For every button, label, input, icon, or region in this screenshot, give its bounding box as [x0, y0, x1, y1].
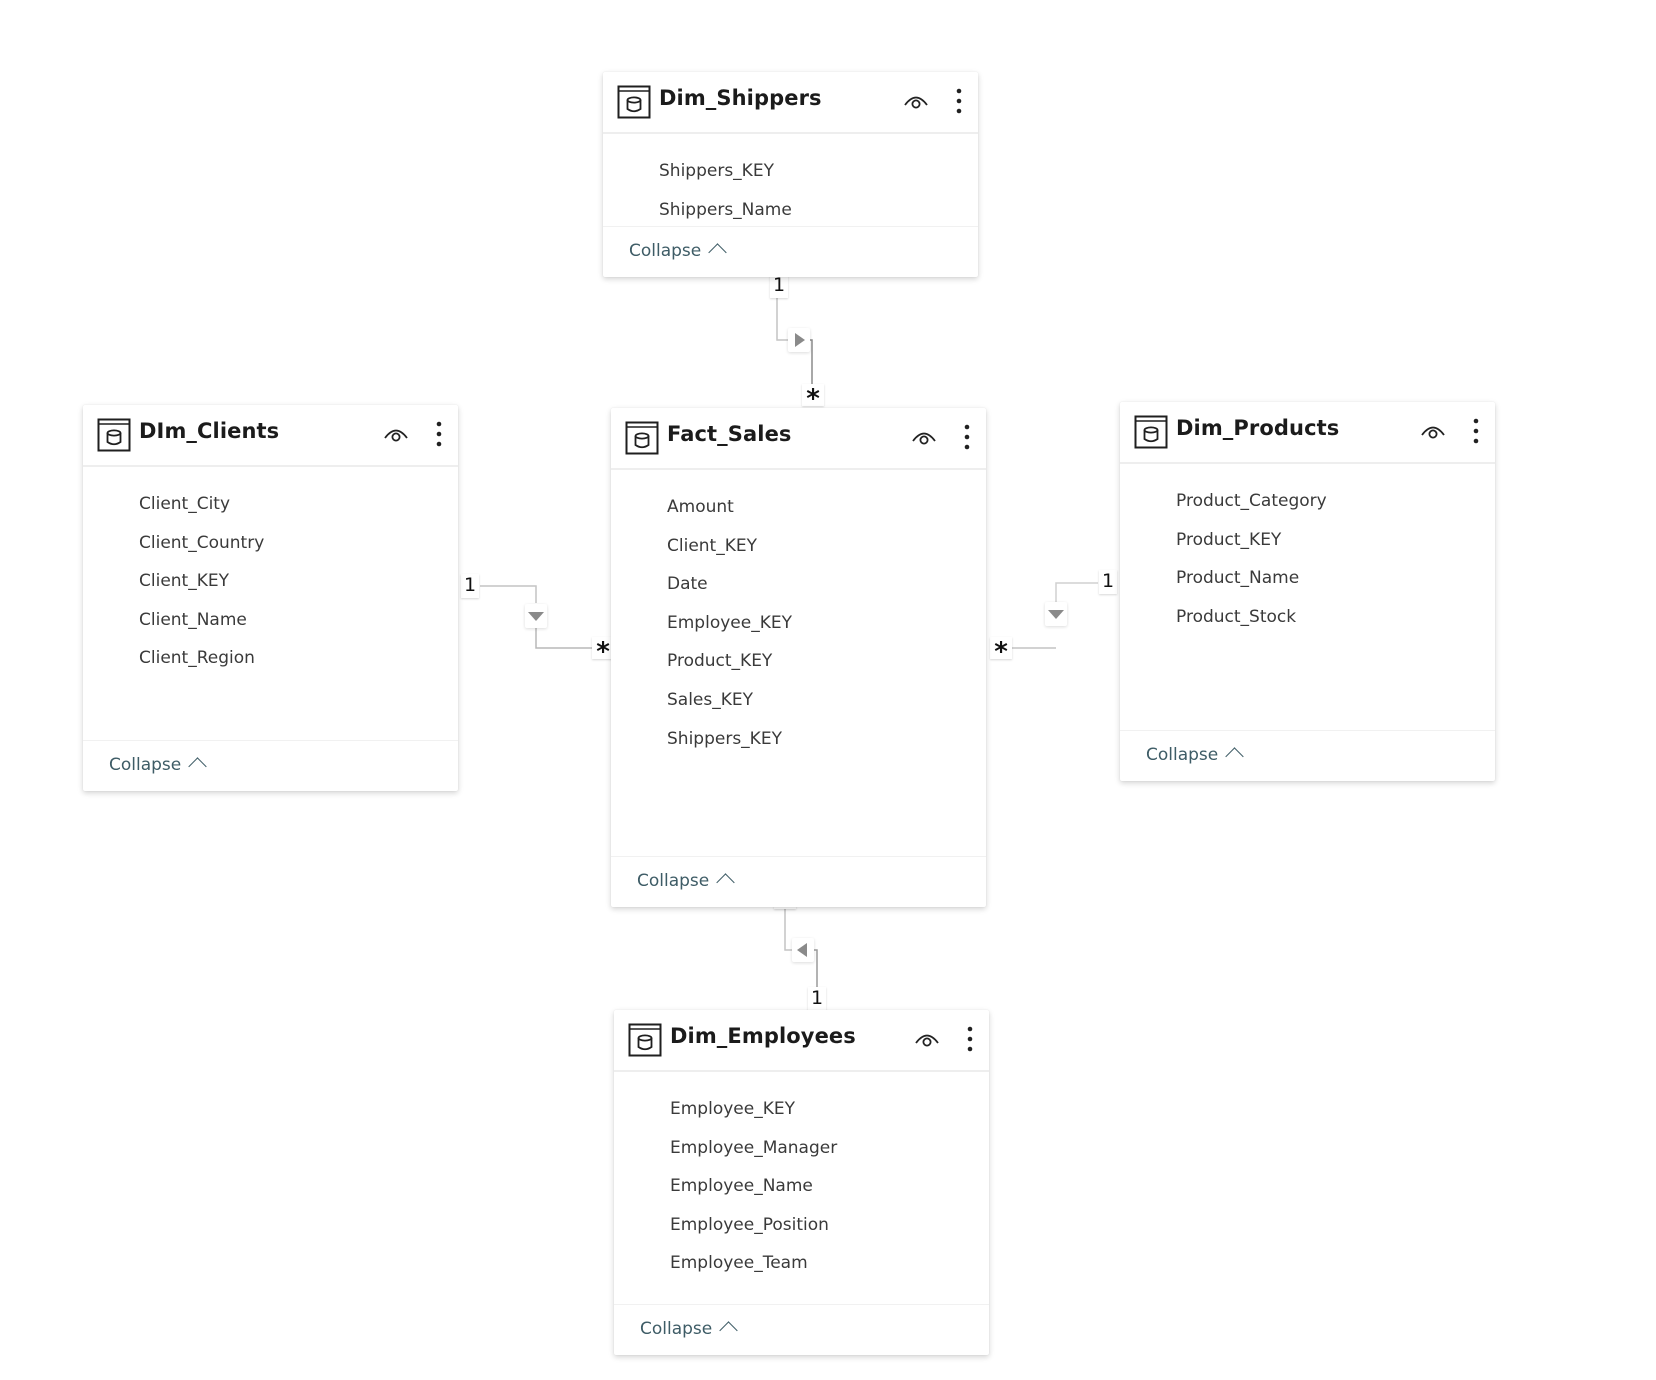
filter-direction-arrow-employees[interactable]	[792, 938, 814, 962]
eye-icon[interactable]	[910, 428, 938, 448]
field-item[interactable]: Product_Category	[1120, 482, 1495, 521]
collapse-label: Collapse	[109, 755, 182, 775]
field-item[interactable]: Amount	[611, 488, 986, 527]
eye-icon[interactable]	[1419, 422, 1447, 442]
table-card-dim-clients[interactable]: DIm_Clients Client_City Client_Country C…	[83, 405, 458, 791]
table-title: Dim_Products	[1176, 416, 1340, 440]
field-item[interactable]: Shippers_KEY	[603, 152, 978, 191]
field-item[interactable]: Client_Country	[83, 524, 458, 563]
field-item[interactable]: Client_Name	[83, 601, 458, 640]
table-header[interactable]: Dim_Shippers	[603, 72, 978, 134]
more-options-icon[interactable]	[432, 419, 446, 449]
cardinality-one-clients: 1	[461, 574, 479, 598]
field-item[interactable]: Sales_KEY	[611, 681, 986, 720]
table-icon	[1134, 415, 1168, 449]
field-item[interactable]: Product_KEY	[1120, 521, 1495, 560]
field-item[interactable]: Employee_KEY	[614, 1090, 989, 1129]
field-item[interactable]: Employee_Position	[614, 1206, 989, 1245]
more-options-icon[interactable]	[963, 1024, 977, 1054]
field-item[interactable]: Employee_Manager	[614, 1129, 989, 1168]
triangle-right-icon	[795, 333, 805, 347]
field-item[interactable]: Client_City	[83, 485, 458, 524]
more-options-icon[interactable]	[960, 422, 974, 452]
collapse-label: Collapse	[640, 1319, 713, 1339]
table-header[interactable]: Dim_Employees	[614, 1010, 989, 1072]
field-list: Client_City Client_Country Client_KEY Cl…	[83, 467, 458, 740]
more-options-icon[interactable]	[952, 86, 966, 116]
collapse-button[interactable]: Collapse	[1120, 730, 1495, 781]
eye-icon[interactable]	[913, 1030, 941, 1050]
table-icon	[625, 421, 659, 455]
chevron-up-icon	[188, 757, 207, 776]
table-icon	[617, 85, 651, 119]
field-item[interactable]: Employee_Name	[614, 1167, 989, 1206]
table-title: Fact_Sales	[667, 422, 792, 446]
table-header[interactable]: Fact_Sales	[611, 408, 986, 470]
chevron-up-icon	[719, 1321, 738, 1340]
collapse-button[interactable]: Collapse	[83, 740, 458, 791]
filter-direction-arrow-products[interactable]	[1045, 602, 1067, 626]
triangle-down-icon	[528, 612, 544, 621]
field-item[interactable]: Client_KEY	[611, 527, 986, 566]
field-item[interactable]: Shippers_KEY	[611, 720, 986, 759]
table-title: DIm_Clients	[139, 419, 280, 443]
filter-direction-arrow-shippers[interactable]	[788, 328, 810, 352]
table-title: Dim_Employees	[670, 1024, 856, 1048]
field-list: Amount Client_KEY Date Employee_KEY Prod…	[611, 470, 986, 856]
collapse-button[interactable]: Collapse	[614, 1304, 989, 1355]
table-icon	[97, 418, 131, 452]
cardinality-many-shippers: *	[802, 384, 824, 414]
cardinality-one-employees: 1	[808, 987, 826, 1011]
table-card-fact-sales[interactable]: Fact_Sales Amount Client_KEY Date Employ…	[611, 408, 986, 907]
collapse-button[interactable]: Collapse	[611, 856, 986, 907]
table-title: Dim_Shippers	[659, 86, 822, 110]
field-list: Shippers_KEY Shippers_Name	[603, 134, 978, 226]
field-item[interactable]: Client_KEY	[83, 562, 458, 601]
table-card-dim-products[interactable]: Dim_Products Product_Category Product_KE…	[1120, 402, 1495, 781]
table-icon	[628, 1023, 662, 1057]
field-item[interactable]: Client_Region	[83, 639, 458, 678]
table-card-dim-employees[interactable]: Dim_Employees Employee_KEY Employee_Mana…	[614, 1010, 989, 1355]
field-item[interactable]: Product_Name	[1120, 559, 1495, 598]
field-item[interactable]: Product_Stock	[1120, 598, 1495, 637]
field-list: Product_Category Product_KEY Product_Nam…	[1120, 464, 1495, 730]
field-item[interactable]: Employee_Team	[614, 1244, 989, 1283]
cardinality-many-products: *	[990, 637, 1012, 667]
chevron-up-icon	[708, 243, 727, 262]
table-card-dim-shippers[interactable]: Dim_Shippers Shippers_KEY Shippers_Name …	[603, 72, 978, 277]
more-options-icon[interactable]	[1469, 416, 1483, 446]
field-list: Employee_KEY Employee_Manager Employee_N…	[614, 1072, 989, 1304]
field-item[interactable]: Date	[611, 565, 986, 604]
model-canvas[interactable]: 1 * 1 * * 1 * 1 Dim_Shippers	[0, 0, 1656, 1380]
triangle-left-icon	[797, 943, 807, 957]
field-item[interactable]: Employee_KEY	[611, 604, 986, 643]
collapse-label: Collapse	[629, 241, 702, 261]
cardinality-one-products: 1	[1099, 570, 1117, 594]
triangle-down-icon	[1048, 610, 1064, 619]
field-item[interactable]: Product_KEY	[611, 642, 986, 681]
cardinality-one-shippers: 1	[770, 274, 788, 298]
chevron-up-icon	[716, 873, 735, 892]
chevron-up-icon	[1225, 747, 1244, 766]
eye-icon[interactable]	[902, 92, 930, 112]
field-item[interactable]: Shippers_Name	[603, 191, 978, 230]
collapse-label: Collapse	[1146, 745, 1219, 765]
collapse-button[interactable]: Collapse	[603, 226, 978, 277]
eye-icon[interactable]	[382, 425, 410, 445]
table-header[interactable]: DIm_Clients	[83, 405, 458, 467]
filter-direction-arrow-clients[interactable]	[525, 604, 547, 628]
collapse-label: Collapse	[637, 871, 710, 891]
table-header[interactable]: Dim_Products	[1120, 402, 1495, 464]
